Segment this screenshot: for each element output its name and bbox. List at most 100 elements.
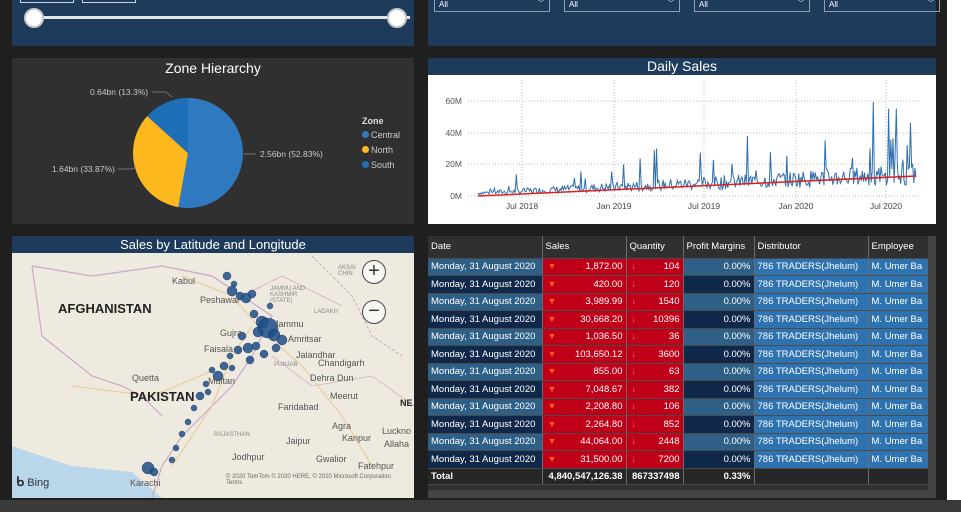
cell-sales: ▼ 31,500.00 — [542, 450, 627, 469]
end-date-box[interactable] — [82, 0, 136, 3]
cell-profit-margin: 0.00% — [683, 363, 755, 381]
city-label: Kanpur — [342, 433, 372, 443]
zone-pie-chart — [118, 91, 256, 208]
table-row[interactable]: Monday, 31 August 2020 ▼ 44,064.00 ↓ 2448 0.0… — [428, 433, 929, 451]
y-tick-label: 20M — [445, 159, 462, 169]
city-label: Gwalior — [316, 454, 347, 464]
cell-distributor: 786 TRADERS(Jhelum) — [754, 258, 869, 276]
cell-date: Monday, 31 August 2020 — [428, 345, 543, 364]
cell-date: Monday, 31 August 2020 — [428, 258, 543, 276]
sales-location-marker[interactable] — [228, 364, 236, 372]
sales-location-marker[interactable] — [252, 326, 264, 338]
pie-label-central: 2.56bn (52.83%) — [260, 149, 323, 159]
table-row[interactable]: Monday, 31 August 2020 ▼ 3,989.99 ↓ 1540 0.00… — [428, 293, 929, 311]
sales-location-marker[interactable] — [245, 355, 255, 365]
city-label: Chandigarh — [318, 358, 365, 368]
cell-profit-margin: 0.00% — [683, 433, 755, 451]
zoom-out-button[interactable]: − — [362, 300, 386, 324]
total-sales: 4,840,547,126.38 — [542, 467, 627, 485]
bing-icon: ᑲ — [16, 474, 25, 489]
col-header-date[interactable]: Date — [428, 236, 543, 259]
bing-logo: ᑲ Bing — [16, 474, 50, 489]
city-label: Jaipur — [286, 436, 311, 446]
sales-location-marker[interactable] — [168, 456, 176, 464]
vertical-scrollbar[interactable] — [928, 236, 936, 498]
cell-sales: ▼ 44,064.00 — [542, 433, 627, 451]
filter-dropdown-1[interactable]: All ﹀ — [434, 0, 550, 12]
pie-label-south: 0.64bn (13.3%) — [90, 87, 149, 97]
sales-location-marker[interactable] — [204, 388, 212, 396]
down-triangle-icon: ▼ — [547, 331, 557, 342]
city-label: Faridabad — [278, 402, 319, 412]
table-row[interactable]: Monday, 31 August 2020 ▼ 30,668.20 ↓ 10396 0.… — [428, 310, 929, 329]
legend-item-south[interactable]: South — [362, 158, 400, 173]
table-row[interactable]: Monday, 31 August 2020 ▼ 2,208.80 ↓ 106 0.00%… — [428, 398, 929, 416]
table-row[interactable]: Monday, 31 August 2020 ▼ 420.00 ↓ 120 0.00% 78… — [428, 275, 929, 294]
zoom-in-button[interactable]: + — [362, 260, 386, 284]
sales-location-marker[interactable] — [190, 404, 198, 412]
legend-title: Zone — [362, 116, 384, 126]
table-row[interactable]: Monday, 31 August 2020 ▼ 1,036.50 ↓ 36 0.00% 7… — [428, 328, 929, 346]
pie-label-north: 1.64bn (33.87%) — [52, 164, 115, 174]
sales-location-marker[interactable] — [195, 391, 205, 401]
sales-location-marker[interactable] — [259, 349, 269, 359]
sales-location-marker[interactable] — [149, 467, 159, 477]
city-label: Peshawar — [200, 295, 241, 305]
table-row[interactable]: Monday, 31 August 2020 ▼ 1,872.00 ↓ 104 0.00%… — [428, 258, 929, 276]
cell-employee: M. Umer Ba — [868, 293, 929, 311]
start-date-box[interactable] — [20, 0, 74, 3]
sales-location-marker[interactable] — [271, 343, 281, 353]
sales-location-marker[interactable] — [249, 309, 259, 319]
col-header-quantity[interactable]: Quantity — [626, 236, 684, 259]
sales-location-marker[interactable] — [184, 418, 192, 426]
x-tick-label: Jan 2019 — [597, 201, 632, 211]
slider-end-handle[interactable] — [387, 8, 407, 28]
filter-dropdown-2[interactable]: All ﹀ — [564, 0, 680, 12]
x-tick-label: Jul 2018 — [506, 201, 538, 211]
total-employee — [868, 467, 929, 485]
legend-item-north[interactable]: North — [362, 143, 400, 158]
col-header-sales[interactable]: Sales — [542, 236, 627, 259]
cell-sales: ▼ 7,048.67 — [542, 380, 627, 399]
filter-value: All — [569, 0, 578, 9]
legend-item-central[interactable]: Central — [362, 128, 400, 143]
slider-track[interactable] — [34, 16, 410, 19]
sales-location-marker[interactable] — [178, 430, 186, 438]
sales-location-marker[interactable] — [276, 334, 288, 346]
cell-distributor: 786 TRADERS(Jhelum) — [754, 433, 869, 451]
sales-location-marker[interactable] — [172, 444, 180, 452]
col-header-distributor[interactable]: Distributor — [754, 236, 869, 259]
map-copyright[interactable]: © 2020 TomTom © 2020 HERE, © 2020 Micros… — [226, 474, 406, 486]
cell-profit-margin: 0.00% — [683, 328, 755, 346]
table-row[interactable]: Monday, 31 August 2020 ▼ 855.00 ↓ 63 0.00% 786… — [428, 363, 929, 381]
table-row[interactable]: Monday, 31 August 2020 ▼ 31,500.00 ↓ 7200 0.0… — [428, 450, 929, 469]
table-row[interactable]: Monday, 31 August 2020 ▼ 2,264.80 ↓ 852 0.00%… — [428, 415, 929, 434]
leader-line — [152, 91, 173, 98]
down-arrow-icon: ↓ — [631, 278, 637, 290]
filter-dropdown-3[interactable]: All ﹀ — [694, 0, 810, 12]
cell-date: Monday, 31 August 2020 — [428, 380, 543, 399]
zone-legend: Zone Central North South — [362, 116, 400, 173]
cell-quantity: ↓ 852 — [626, 415, 684, 434]
horizontal-scrollbar[interactable] — [428, 490, 928, 498]
col-header-employee[interactable]: Employee — [868, 236, 929, 259]
leader-line — [118, 166, 137, 170]
sales-location-marker[interactable] — [242, 342, 254, 354]
slider-start-handle[interactable] — [24, 8, 44, 28]
sales-location-marker[interactable] — [230, 280, 238, 288]
sales-location-marker[interactable] — [233, 345, 243, 355]
down-arrow-icon: ↓ — [631, 348, 637, 360]
city-label: Jodhpur — [232, 452, 265, 462]
sales-location-marker[interactable] — [247, 289, 257, 299]
table-row[interactable]: Monday, 31 August 2020 ▼ 103,650.12 ↓ 3600 0.… — [428, 345, 929, 364]
cell-employee: M. Umer Ba — [868, 380, 929, 399]
sales-location-marker[interactable] — [222, 271, 232, 281]
sales-location-marker[interactable] — [219, 361, 229, 371]
table-row[interactable]: Monday, 31 August 2020 ▼ 7,048.67 ↓ 382 0.00%… — [428, 380, 929, 399]
sales-location-marker[interactable] — [251, 341, 261, 351]
filter-dropdown-4[interactable]: All ﹀ — [824, 0, 940, 12]
cell-profit-margin: 0.00% — [683, 293, 755, 311]
col-header-profit-margins[interactable]: Profit Margins — [683, 236, 755, 259]
sales-location-marker[interactable] — [208, 366, 216, 374]
cell-distributor: 786 TRADERS(Jhelum) — [754, 380, 869, 399]
